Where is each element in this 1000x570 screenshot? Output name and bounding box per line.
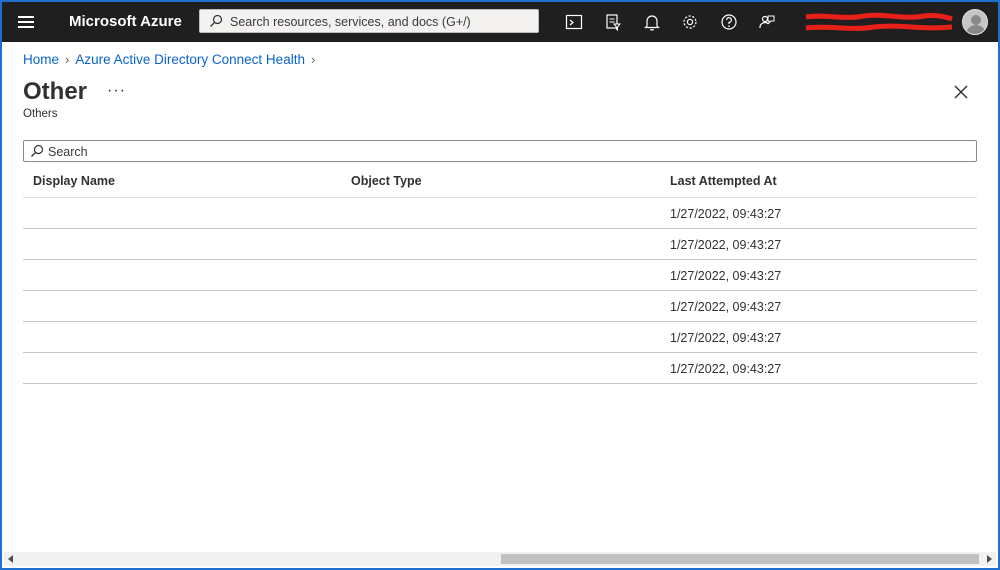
table-row[interactable]: 1/27/2022, 09:43:27 xyxy=(23,260,977,291)
chevron-right-icon: › xyxy=(310,52,316,67)
last-attempted-cell: 1/27/2022, 09:43:27 xyxy=(670,269,782,283)
table-row[interactable]: 1/27/2022, 09:43:27 xyxy=(23,229,977,260)
brand-title[interactable]: Microsoft Azure xyxy=(69,13,182,30)
column-header-last-attempted-at[interactable]: Last Attempted At xyxy=(670,174,777,188)
settings-icon[interactable] xyxy=(680,12,700,32)
search-icon xyxy=(210,14,223,27)
horizontal-scrollbar[interactable] xyxy=(4,552,996,566)
last-attempted-cell: 1/27/2022, 09:43:27 xyxy=(670,362,782,376)
scroll-left-arrow-icon[interactable] xyxy=(8,555,13,563)
feedback-icon[interactable] xyxy=(757,12,777,32)
table-row[interactable]: 1/27/2022, 09:43:27 xyxy=(23,291,977,322)
cloud-shell-icon[interactable] xyxy=(564,12,584,32)
top-navigation-bar: Microsoft Azure xyxy=(2,2,998,42)
search-icon xyxy=(31,144,44,157)
scrollbar-thumb[interactable] xyxy=(501,554,979,564)
global-search-box[interactable] xyxy=(199,9,539,33)
table-row[interactable]: 1/27/2022, 09:43:27 xyxy=(23,322,977,353)
more-options-button[interactable]: ··· xyxy=(107,82,126,100)
chevron-right-icon: › xyxy=(65,52,70,67)
breadcrumb: Home › Azure Active Directory Connect Heal… xyxy=(23,52,321,67)
global-search-input[interactable] xyxy=(228,12,532,32)
table-row[interactable]: 1/27/2022, 09:43:27 xyxy=(23,353,977,384)
avatar[interactable] xyxy=(962,9,988,35)
last-attempted-cell: 1/27/2022, 09:43:27 xyxy=(670,207,782,221)
column-header-object-type[interactable]: Object Type xyxy=(351,174,422,188)
last-attempted-cell: 1/27/2022, 09:43:27 xyxy=(670,331,782,345)
menu-icon[interactable] xyxy=(18,13,34,31)
directory-filter-icon[interactable] xyxy=(603,12,623,32)
page-title: Other xyxy=(23,78,88,105)
column-header-display-name[interactable]: Display Name xyxy=(33,174,115,188)
notifications-icon[interactable] xyxy=(642,12,662,32)
breadcrumb-home[interactable]: Home xyxy=(23,52,59,67)
table-header: Display Name Object Type Last Attempted … xyxy=(23,166,977,198)
objects-table: Display Name Object Type Last Attempted … xyxy=(23,166,977,384)
page-subtitle: Others xyxy=(23,108,58,120)
search-input[interactable] xyxy=(46,142,950,162)
search-filter-box[interactable] xyxy=(23,140,977,162)
table-row[interactable]: 1/27/2022, 09:43:27 xyxy=(23,198,977,229)
close-icon[interactable] xyxy=(953,84,969,100)
last-attempted-cell: 1/27/2022, 09:43:27 xyxy=(670,300,782,314)
breadcrumb-aad-connect-health[interactable]: Azure Active Directory Connect Health xyxy=(75,52,305,67)
scroll-right-arrow-icon[interactable] xyxy=(987,555,992,563)
last-attempted-cell: 1/27/2022, 09:43:27 xyxy=(670,238,782,252)
help-icon[interactable] xyxy=(719,12,739,32)
user-avatar-icon xyxy=(966,15,986,34)
account-info-redacted[interactable] xyxy=(804,8,954,36)
